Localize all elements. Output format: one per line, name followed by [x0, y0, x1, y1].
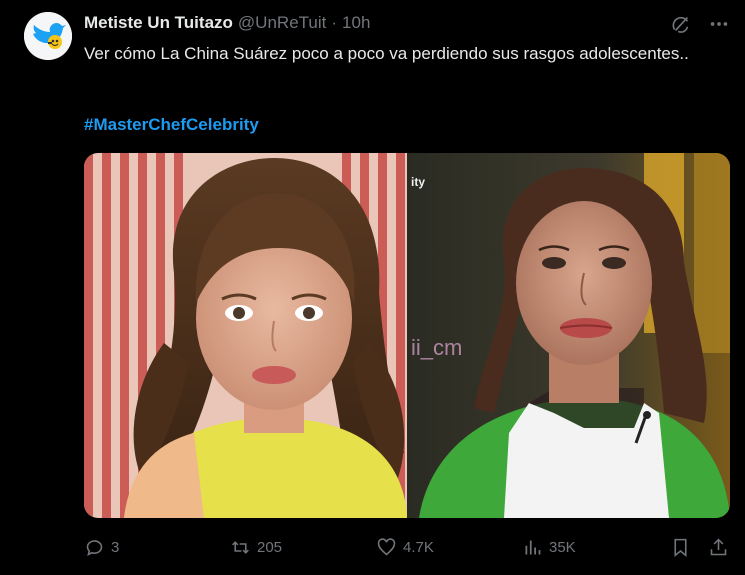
repost-count: 205	[257, 538, 283, 556]
timestamp[interactable]: 10h	[342, 13, 370, 33]
right-photo: ity ii_cm	[407, 153, 730, 518]
avatar[interactable]	[24, 12, 72, 60]
top-actions	[669, 12, 731, 36]
like-button[interactable]: 4.7K	[376, 535, 434, 559]
watermark-top: ity	[411, 175, 425, 189]
views-button[interactable]: 35K	[522, 535, 576, 559]
user-handle[interactable]: @UnReTuit	[238, 13, 326, 33]
grok-icon[interactable]	[669, 12, 693, 36]
share-button[interactable]	[708, 535, 729, 559]
views-count: 35K	[549, 538, 576, 556]
repost-icon	[232, 540, 249, 554]
heart-icon	[377, 537, 396, 556]
tweet-header: Metiste Un Tuitazo @UnReTuit · 10h	[84, 13, 370, 33]
bird-logo-icon	[24, 12, 72, 60]
tweet-media[interactable]: ity ii_cm	[84, 153, 730, 518]
like-count: 4.7K	[403, 538, 434, 556]
display-name[interactable]: Metiste Un Tuitazo	[84, 13, 233, 33]
tweet: Metiste Un Tuitazo @UnReTuit · 10h Ver c…	[0, 0, 745, 575]
action-bar: 3 205 4.7K 35K	[84, 535, 732, 559]
reply-icon	[86, 539, 103, 556]
more-dots-icon[interactable]	[707, 12, 731, 36]
hashtag-link[interactable]: #MasterChefCelebrity	[84, 115, 259, 135]
bookmark-icon	[674, 538, 687, 557]
reply-count: 3	[111, 538, 120, 556]
separator: ·	[331, 13, 338, 32]
views-icon	[525, 540, 541, 554]
bookmark-button[interactable]	[670, 535, 691, 559]
repost-button[interactable]: 205	[230, 535, 282, 559]
watermark-mid: ii_cm	[411, 335, 462, 360]
tweet-text: Ver cómo La China Suárez poco a poco va …	[84, 44, 689, 63]
reply-button[interactable]: 3	[84, 535, 119, 559]
left-photo	[84, 153, 407, 518]
share-icon	[710, 538, 727, 555]
